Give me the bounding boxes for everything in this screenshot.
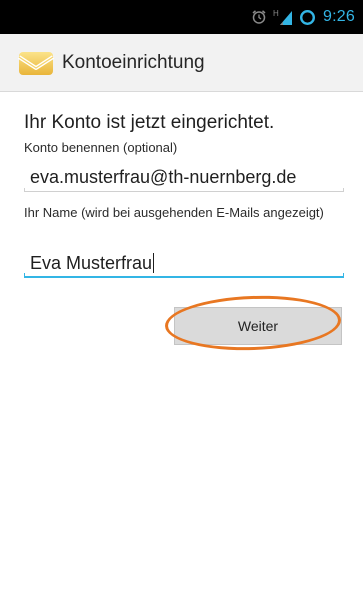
account-name-underline: [24, 188, 344, 192]
status-time: 9:26: [323, 8, 355, 25]
alarm-icon: [251, 9, 267, 25]
your-name-label: Ihr Name (wird bei ausgehenden E-Mails a…: [24, 205, 324, 220]
account-name-label: Konto benennen (optional): [24, 140, 178, 155]
network-type-label: H: [273, 9, 279, 18]
next-button[interactable]: Weiter: [174, 307, 342, 345]
your-name-underline: [24, 273, 344, 278]
your-name-field[interactable]: Eva Musterfrau: [24, 248, 344, 278]
page-title: Kontoeinrichtung: [62, 51, 205, 73]
sync-icon: [299, 9, 316, 26]
status-bar: H 9:26: [0, 0, 363, 34]
setup-complete-heading: Ihr Konto ist jetzt eingerichtet.: [24, 112, 275, 133]
action-bar: Kontoeinrichtung: [0, 34, 363, 92]
account-name-field[interactable]: eva.musterfrau@th-nuernberg.de: [24, 162, 344, 192]
account-name-value: eva.musterfrau@th-nuernberg.de: [30, 166, 297, 187]
email-app-icon[interactable]: [18, 48, 62, 78]
your-name-text: Eva Musterfrau: [30, 252, 153, 273]
text-cursor: [153, 252, 155, 273]
your-name-value: Eva Musterfrau: [24, 252, 155, 274]
signal-icon: H: [272, 8, 294, 26]
